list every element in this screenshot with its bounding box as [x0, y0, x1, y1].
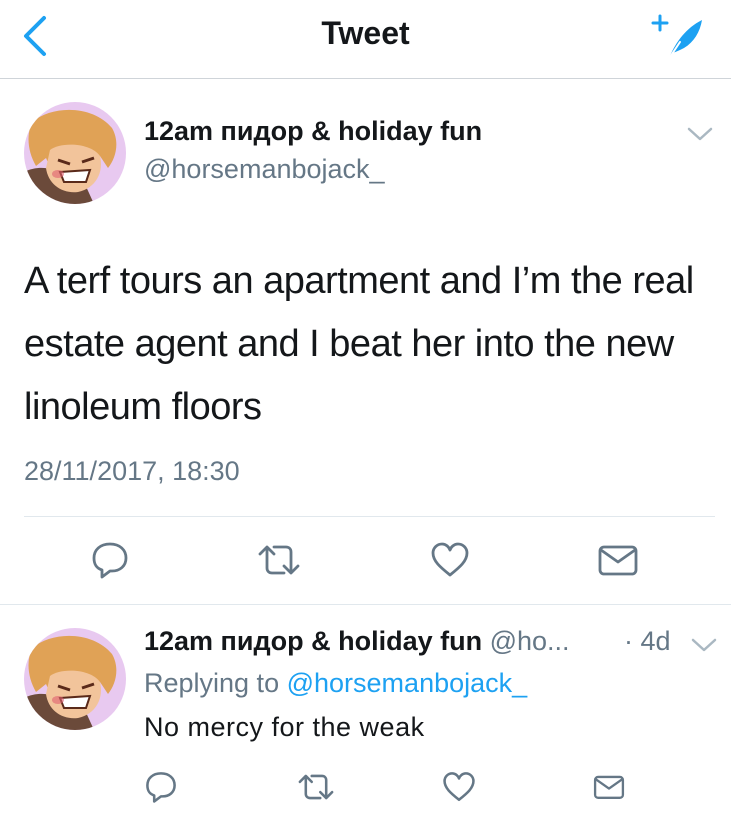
- retweet-button[interactable]: [296, 770, 336, 804]
- reply-button[interactable]: [90, 540, 130, 580]
- like-button[interactable]: [442, 770, 476, 804]
- replying-to-label: Replying to: [144, 668, 280, 698]
- reply-header: 12am пидор & holiday fun @ho...: [144, 626, 704, 657]
- retweet-button[interactable]: [256, 540, 302, 580]
- avatar-image: [24, 102, 126, 204]
- compose-feather-icon: [651, 14, 702, 61]
- page-title: Tweet: [321, 15, 410, 51]
- tweet-options-button[interactable]: [686, 124, 714, 144]
- direct-message-button[interactable]: [596, 540, 640, 580]
- navigation-bar: Tweet: [0, 0, 731, 79]
- like-button[interactable]: [430, 540, 470, 580]
- compose-tweet-button[interactable]: [650, 12, 706, 64]
- tweet-timestamp: 28/11/2017, 18:30: [24, 456, 240, 486]
- divider: [0, 604, 731, 605]
- reply-icon: [146, 772, 176, 803]
- avatar-image: [24, 628, 126, 730]
- chevron-down-icon: [691, 638, 717, 652]
- chevron-down-icon: [687, 127, 713, 141]
- avatar[interactable]: [24, 102, 126, 204]
- replying-to-handle[interactable]: @horsemanbojack_: [287, 668, 528, 698]
- direct-message-button[interactable]: [592, 770, 626, 804]
- user-handle[interactable]: @ho...: [490, 626, 570, 656]
- tweet-options-button[interactable]: [690, 635, 718, 655]
- direct-message-icon: [598, 545, 638, 576]
- reply-text: No mercy for the weak: [144, 712, 425, 742]
- replying-to: Replying to @horsemanbojack_: [144, 668, 527, 699]
- reply-icon: [92, 542, 128, 579]
- display-name[interactable]: 12am пидор & holiday fun: [144, 116, 482, 147]
- avatar[interactable]: [24, 628, 126, 730]
- tweet-age: · 4d: [624, 626, 671, 656]
- retweet-icon: [258, 545, 300, 575]
- reply-button[interactable]: [144, 770, 178, 804]
- like-heart-icon: [443, 772, 475, 802]
- divider: [24, 516, 715, 517]
- retweet-icon: [298, 774, 334, 800]
- user-handle[interactable]: @horsemanbojack_: [144, 154, 385, 185]
- display-name[interactable]: 12am пидор & holiday fun: [144, 626, 482, 656]
- tweet-text: A terf tours an apartment and I’m the re…: [24, 260, 694, 428]
- like-heart-icon: [431, 542, 469, 577]
- direct-message-icon: [593, 775, 625, 799]
